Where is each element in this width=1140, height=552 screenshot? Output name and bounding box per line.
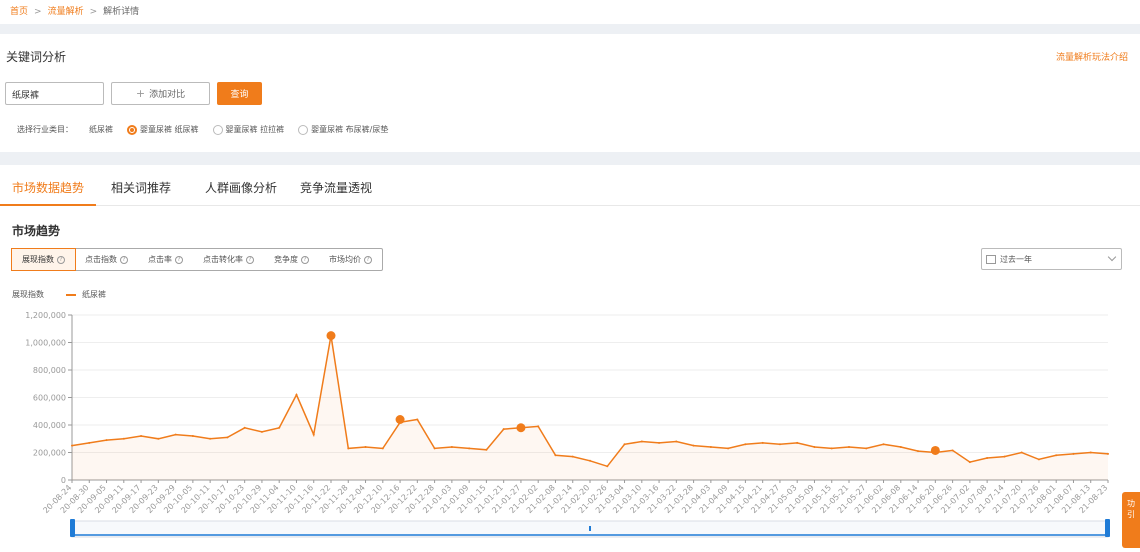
highlight-point[interactable]	[516, 423, 526, 433]
data-point[interactable]	[658, 441, 661, 444]
series-area	[72, 335, 1108, 480]
data-point[interactable]	[761, 441, 764, 444]
data-point[interactable]	[468, 447, 471, 450]
data-point[interactable]	[727, 447, 730, 450]
data-point[interactable]	[1072, 452, 1075, 455]
data-point[interactable]	[226, 436, 229, 439]
data-point[interactable]	[260, 430, 263, 433]
data-point[interactable]	[917, 450, 920, 453]
data-point[interactable]	[1037, 458, 1040, 461]
data-point[interactable]	[71, 444, 73, 447]
data-point[interactable]	[278, 426, 281, 429]
zoom-handle-left[interactable]	[70, 519, 75, 537]
data-point[interactable]	[191, 435, 194, 437]
data-point[interactable]	[968, 461, 971, 464]
highlight-point[interactable]	[395, 415, 405, 424]
data-point[interactable]	[675, 440, 678, 443]
zoom-handle-right[interactable]	[1105, 519, 1110, 537]
y-tick-label: 800,000	[33, 366, 66, 375]
trend-chart: 0200,000400,000600,000800,0001,000,0001,…	[25, 311, 1110, 538]
side-float-button[interactable]: 功 引	[1122, 492, 1140, 548]
zoom-slider-grip[interactable]	[589, 526, 591, 531]
data-point[interactable]	[778, 443, 781, 446]
highlight-point[interactable]	[326, 331, 336, 341]
data-point[interactable]	[295, 393, 298, 396]
data-point[interactable]	[312, 433, 315, 436]
data-point[interactable]	[951, 449, 954, 452]
data-point[interactable]	[1089, 451, 1092, 454]
data-point[interactable]	[692, 444, 695, 447]
y-tick-label: 200,000	[33, 449, 66, 458]
data-point[interactable]	[157, 437, 160, 440]
data-point[interactable]	[122, 437, 125, 440]
y-tick-label: 1,200,000	[25, 311, 66, 320]
data-point[interactable]	[848, 446, 850, 448]
side-button-line: 功	[1127, 499, 1135, 508]
side-button-line: 引	[1127, 510, 1135, 519]
y-tick-label: 600,000	[33, 394, 66, 403]
highlight-point[interactable]	[930, 445, 940, 455]
y-tick-label: 400,000	[33, 421, 66, 430]
data-point[interactable]	[882, 443, 885, 446]
data-point[interactable]	[1055, 454, 1058, 457]
data-point[interactable]	[364, 446, 367, 448]
data-point[interactable]	[209, 437, 212, 440]
data-point[interactable]	[744, 443, 747, 446]
data-point[interactable]	[606, 465, 609, 468]
data-point[interactable]	[416, 418, 419, 421]
data-point[interactable]	[640, 440, 643, 443]
data-point[interactable]	[899, 446, 902, 448]
data-point[interactable]	[105, 439, 108, 442]
data-point[interactable]	[986, 457, 989, 459]
data-point[interactable]	[347, 447, 350, 450]
data-point[interactable]	[623, 443, 626, 446]
data-point[interactable]	[537, 425, 540, 428]
data-point[interactable]	[140, 435, 143, 437]
data-point[interactable]	[88, 441, 91, 444]
data-point[interactable]	[865, 447, 868, 450]
data-point[interactable]	[433, 447, 436, 450]
data-point[interactable]	[554, 454, 557, 457]
data-point[interactable]	[174, 433, 177, 436]
data-point[interactable]	[1107, 452, 1109, 455]
y-tick-label: 1,000,000	[25, 339, 66, 348]
data-point[interactable]	[243, 426, 246, 429]
data-point[interactable]	[709, 446, 712, 448]
data-point[interactable]	[485, 448, 488, 451]
data-point[interactable]	[589, 459, 591, 462]
data-point[interactable]	[830, 447, 833, 450]
data-point[interactable]	[1003, 455, 1006, 458]
data-point[interactable]	[813, 446, 816, 448]
data-point[interactable]	[450, 446, 453, 448]
data-point[interactable]	[381, 447, 384, 450]
data-point[interactable]	[796, 441, 799, 444]
data-point[interactable]	[1020, 451, 1023, 454]
data-point[interactable]	[502, 428, 505, 431]
data-point[interactable]	[571, 455, 574, 458]
